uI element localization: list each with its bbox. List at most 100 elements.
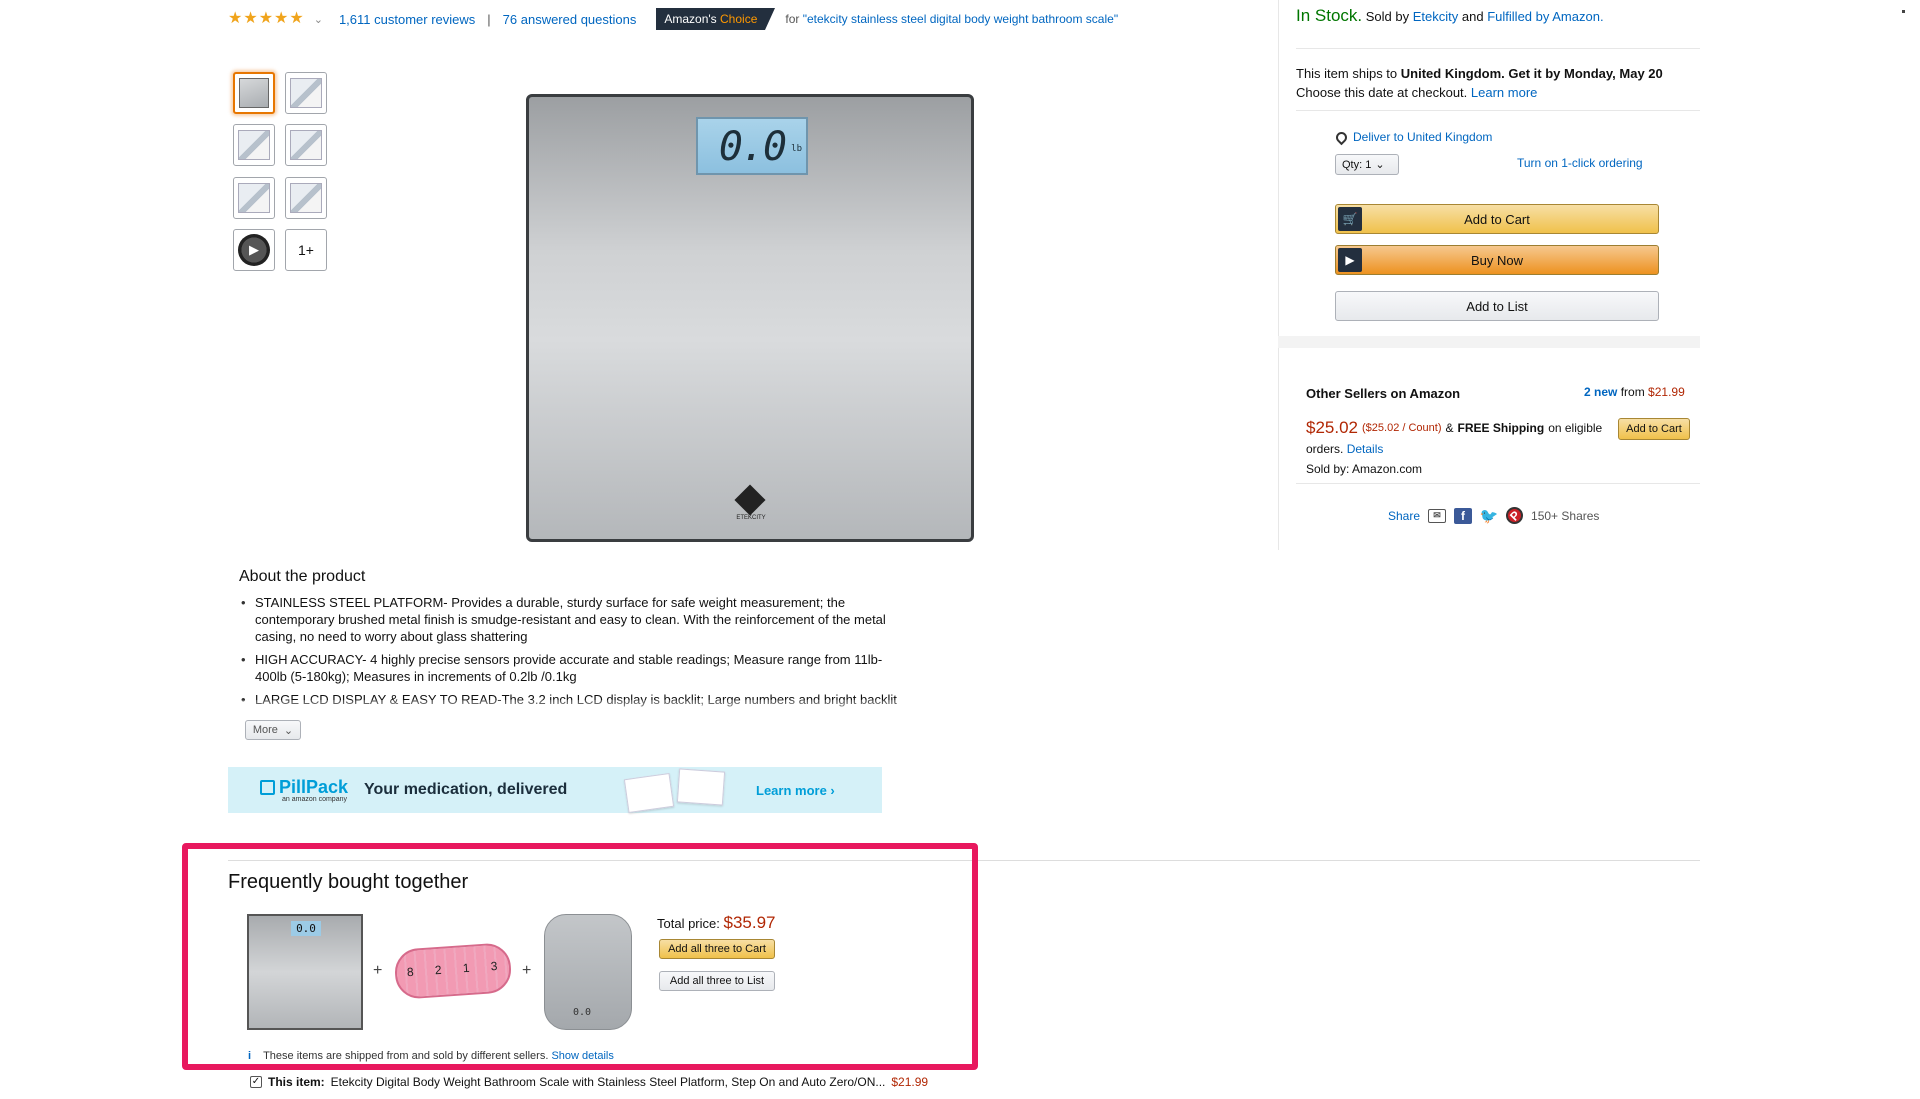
seller-link[interactable]: Etekcity <box>1413 9 1459 24</box>
unit-price: ($25.02 / Count) <box>1362 422 1442 434</box>
add-to-cart-label: Add to Cart <box>1626 423 1682 435</box>
buy-now-button[interactable]: ▶ Buy Now <box>1335 245 1659 275</box>
thumbnail-5[interactable] <box>233 177 275 219</box>
product-thumbnail <box>290 130 322 160</box>
this-item-row: ✓ This item: Etekcity Digital Body Weigh… <box>250 1075 928 1089</box>
thumbnail-6[interactable] <box>285 177 327 219</box>
twitter-icon[interactable]: 🐦 <box>1480 507 1498 525</box>
offer-price: $25.02 <box>1306 418 1358 437</box>
ships-prefix: This item ships to <box>1296 66 1398 81</box>
amazons-choice-badge: Amazon's Choice <box>656 8 776 30</box>
fulfilled-link[interactable]: Fulfilled by Amazon. <box>1487 9 1603 24</box>
divider <box>1296 110 1700 111</box>
star-rating[interactable]: ★ ★ ★ ★ ★ <box>228 11 304 27</box>
choice-query-link[interactable]: "etekcity stainless steel digital body w… <box>803 12 1118 26</box>
add-to-list-button[interactable]: Add to List <box>1335 291 1659 321</box>
kitchen-scale-display: 0.0 <box>573 1007 592 1018</box>
thumbnail-3[interactable] <box>233 124 275 166</box>
pinterest-icon[interactable]: P <box>1502 503 1527 528</box>
more-images-thumbnail[interactable]: 1+ <box>285 229 327 271</box>
pillpack-box-icon <box>260 780 275 795</box>
info-icon: i <box>248 1050 252 1062</box>
thumbnail-2[interactable] <box>285 72 327 114</box>
this-item-label: This item: <box>268 1075 325 1089</box>
fbt-item-kitchen-scale-image[interactable]: 0.0 <box>544 914 632 1030</box>
about-bullets: STAINLESS STEEL PLATFORM- Provides a dur… <box>239 594 899 714</box>
pillpack-tagline: Your medication, delivered <box>364 781 568 798</box>
add-all-to-cart-button[interactable]: Add all three to Cart <box>659 939 775 959</box>
one-click-link[interactable]: Turn on 1-click ordering <box>1517 156 1643 170</box>
about-fade <box>239 700 899 718</box>
deliver-to-link[interactable]: Deliver to United Kingdom <box>1353 130 1492 144</box>
sellers-note: i These items are shipped from and sold … <box>248 1050 614 1062</box>
add-to-cart-button[interactable]: 🛒 Add to Cart <box>1335 204 1659 234</box>
reviews-link[interactable]: 1,611 customer reviews <box>339 12 475 27</box>
in-stock-label: In Stock. <box>1296 6 1363 25</box>
total-label: Total price: <box>657 916 720 931</box>
scale-thumbnail <box>239 78 269 108</box>
choice-for-label: for <box>785 12 800 26</box>
more-button[interactable]: More ⌄ <box>245 720 301 740</box>
sellers-note-text: These items are shipped from and sold by… <box>263 1050 549 1062</box>
section-separator <box>1278 336 1700 348</box>
main-product-image[interactable]: 0.0 lb ETEKCITY <box>526 94 974 542</box>
free-shipping: FREE Shipping <box>1457 421 1545 435</box>
add-all-list-label: Add all three to List <box>669 975 765 987</box>
product-thumbnail <box>238 130 270 160</box>
pillpack-name: PillPack <box>279 777 349 797</box>
other-offer-price: $25.02 ($25.02 / Count) & FREE Shipping … <box>1306 418 1602 438</box>
ampersand: & <box>1445 421 1454 435</box>
play-icon: ▶ <box>1338 248 1362 272</box>
star-icon: ★ <box>228 10 243 27</box>
buy-now-label: Buy Now <box>1470 252 1524 268</box>
divider <box>1296 48 1700 49</box>
star-icon: ★ <box>243 10 258 27</box>
pill-packets-image <box>623 768 734 814</box>
choice-for-text: for "etekcity stainless steel digital bo… <box>785 12 1118 26</box>
add-all-to-list-button[interactable]: Add all three to List <box>659 971 775 991</box>
scale-lcd: 0.0 lb <box>696 117 808 175</box>
total-price: $35.97 <box>723 913 776 932</box>
divider <box>1296 483 1700 484</box>
orders-text: orders. <box>1306 442 1344 456</box>
quantity-value: Qty: 1 <box>1342 158 1372 171</box>
sold-by-amazon: Sold by: Amazon.com <box>1306 462 1423 476</box>
chevron-down-icon[interactable]: ⌄ <box>314 13 323 26</box>
add-all-cart-label: Add all three to Cart <box>668 943 766 955</box>
pillpack-banner[interactable]: PillPack an amazon company Your medicati… <box>228 767 882 814</box>
product-thumbnail <box>238 183 270 213</box>
product-thumbnail <box>290 183 322 213</box>
thumbnail-4[interactable] <box>285 124 327 166</box>
share-count: 150+ Shares <box>1531 508 1600 523</box>
learn-more-link[interactable]: Learn more <box>1471 85 1537 100</box>
scroll-indicator <box>1902 10 1905 13</box>
details-link[interactable]: Details <box>1347 442 1384 456</box>
video-thumbnail[interactable]: ▶ <box>233 229 275 271</box>
chevron-down-icon: ⌄ <box>283 724 294 737</box>
this-item-title: Etekcity Digital Body Weight Bathroom Sc… <box>330 1075 886 1089</box>
sold-by-prefix: Sold by <box>1365 9 1410 24</box>
deliver-to[interactable]: Deliver to United Kingdom <box>1333 129 1492 145</box>
fbt-total: Total price: $35.97 <box>657 913 776 933</box>
thumbnail-1[interactable] <box>233 72 275 114</box>
email-icon[interactable]: ✉ <box>1428 508 1447 523</box>
more-label: More <box>252 724 278 736</box>
add-to-cart-label: Add to Cart <box>1464 211 1530 227</box>
facebook-icon[interactable]: f <box>1454 507 1473 524</box>
show-details-link[interactable]: Show details <box>551 1050 613 1062</box>
availability: In Stock. Sold by Etekcity and Fulfilled… <box>1296 6 1604 26</box>
questions-link[interactable]: 76 answered questions <box>503 12 637 27</box>
shipping-info: This item ships to United Kingdom. Get i… <box>1296 64 1696 102</box>
and-text: and <box>1461 9 1484 24</box>
new-offers-link[interactable]: 2 new <box>1584 385 1617 399</box>
pillpack-sub: an amazon company <box>282 796 347 803</box>
other-add-to-cart-button[interactable]: Add to Cart <box>1618 418 1690 440</box>
fbt-item-tape-image[interactable]: 8213 <box>393 942 513 1000</box>
lcd-value: 0.0 <box>718 124 787 170</box>
fbt-lcd: 0.0 <box>291 921 321 936</box>
brand-logo-icon <box>734 484 766 516</box>
fbt-item-scale-image[interactable]: 0.0 <box>247 914 363 1030</box>
quantity-select[interactable]: Qty: 1 ⌄ <box>1335 154 1399 175</box>
pillpack-learn-more[interactable]: Learn more › <box>756 783 835 798</box>
this-item-checkbox[interactable]: ✓ <box>250 1076 262 1088</box>
